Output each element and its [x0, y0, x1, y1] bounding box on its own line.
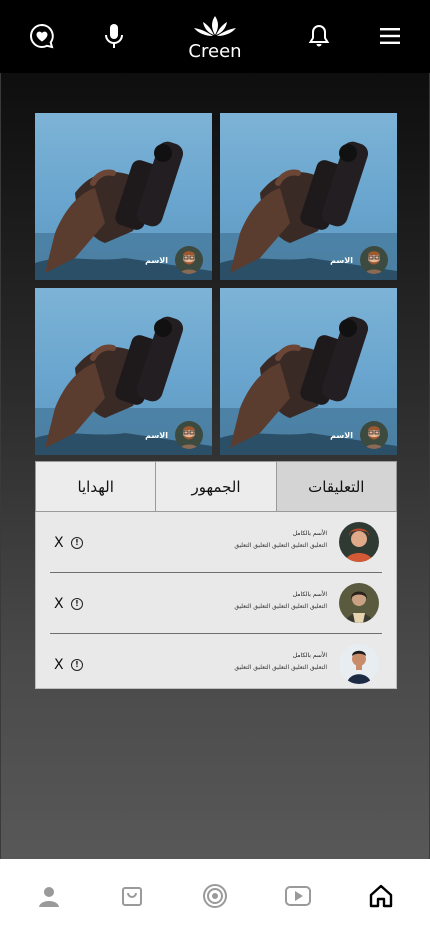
commenter-avatar[interactable]: [339, 522, 379, 562]
commenter-name: الأسم بالكامل: [292, 652, 327, 659]
shopping-bag-icon[interactable]: [117, 881, 147, 911]
comment-text: التعليق التعليق التعليق التعليق التعليق: [234, 664, 327, 671]
comment-text: التعليق التعليق التعليق التعليق التعليق: [234, 542, 327, 549]
top-bar: Creen: [0, 0, 430, 73]
info-icon[interactable]: !: [71, 598, 83, 610]
info-icon[interactable]: !: [71, 659, 83, 671]
tab-comments[interactable]: التعليقات: [276, 462, 396, 511]
menu-icon[interactable]: [376, 22, 404, 50]
close-button[interactable]: X: [54, 596, 64, 612]
streamer-name: الاسم: [330, 431, 353, 440]
stream-tile[interactable]: الاسم: [35, 113, 212, 280]
commenter-avatar[interactable]: [339, 583, 379, 623]
heart-chat-icon[interactable]: [28, 22, 56, 50]
panel-tabs: الهدايا الجمهور التعليقات: [35, 461, 397, 512]
app-logo[interactable]: Creen: [187, 14, 243, 62]
streamer-avatar[interactable]: [360, 246, 388, 274]
stream-tile[interactable]: الاسم: [35, 288, 212, 455]
streamer-avatar[interactable]: [360, 421, 388, 449]
comment-text: التعليق التعليق التعليق التعليق التعليق: [234, 603, 327, 610]
comments-list: X ! الأسم بالكامل التعليق التعليق التعلي…: [35, 512, 397, 689]
home-icon[interactable]: [366, 881, 396, 911]
video-play-icon[interactable]: [283, 881, 313, 911]
close-button[interactable]: X: [54, 535, 64, 551]
profile-icon[interactable]: [34, 881, 64, 911]
lotus-icon: [194, 16, 236, 36]
streamer-name: الاسم: [145, 431, 168, 440]
stream-tile[interactable]: الاسم: [220, 288, 397, 455]
commenter-name: الأسم بالكامل: [292, 530, 327, 537]
tab-gifts[interactable]: الهدايا: [36, 462, 157, 511]
info-icon[interactable]: !: [71, 537, 83, 549]
streamer-avatar[interactable]: [175, 421, 203, 449]
comment-item: X ! الأسم بالكامل التعليق التعليق التعلي…: [50, 573, 382, 634]
main-content: الاسم الاسم الاسم الاسم الهدايا الجمهور …: [0, 73, 430, 859]
bottom-nav: [0, 859, 430, 932]
streamer-avatar[interactable]: [175, 246, 203, 274]
bell-icon[interactable]: [305, 22, 333, 50]
comment-item: X ! الأسم بالكامل التعليق التعليق التعلي…: [50, 512, 382, 573]
commenter-name: الأسم بالكامل: [292, 591, 327, 598]
microphone-icon[interactable]: [100, 22, 128, 50]
stream-tile[interactable]: الاسم: [220, 113, 397, 280]
streamer-name: الاسم: [145, 256, 168, 265]
tab-audience[interactable]: الجمهور: [156, 462, 277, 511]
target-icon[interactable]: [200, 881, 230, 911]
comment-item: X ! الأسم بالكامل التعليق التعليق التعلي…: [50, 634, 382, 695]
close-button[interactable]: X: [54, 657, 64, 673]
logo-text: Creen: [188, 41, 242, 62]
streamer-name: الاسم: [330, 256, 353, 265]
commenter-avatar[interactable]: [339, 644, 379, 684]
